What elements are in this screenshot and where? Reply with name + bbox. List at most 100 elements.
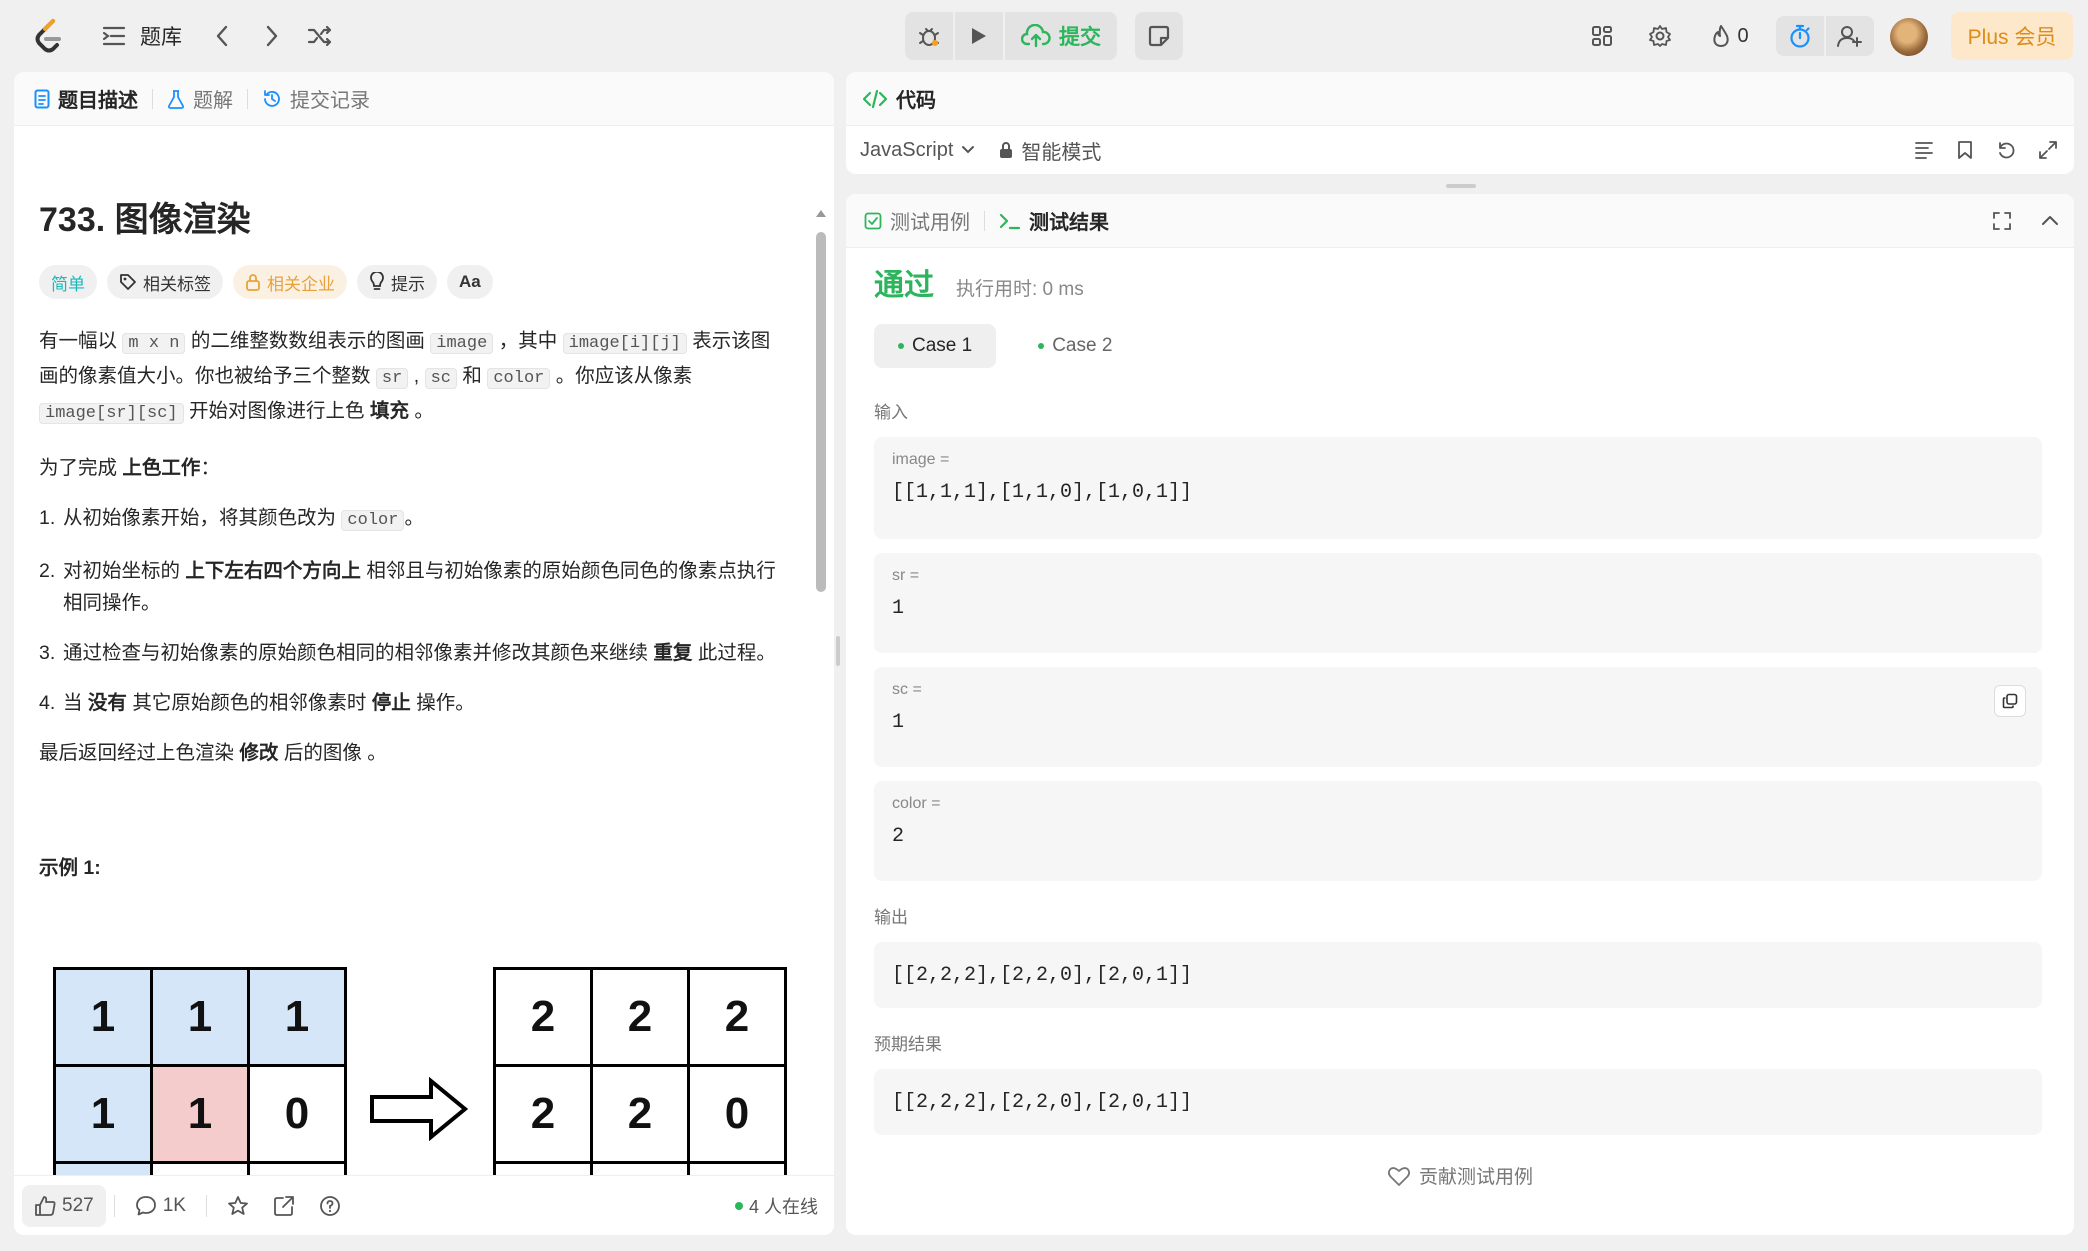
inline-code: sc bbox=[424, 368, 457, 389]
bookmark-icon[interactable] bbox=[1956, 140, 1974, 160]
problem-tags: 简单 相关标签 相关企业 提示 Aa bbox=[39, 265, 789, 299]
difficulty-label: 简单 bbox=[51, 274, 85, 294]
problem-list-icon[interactable] bbox=[100, 20, 128, 52]
tab-test-result-label: 测试结果 bbox=[1029, 212, 1109, 234]
text: 。你应该从像素 bbox=[550, 365, 693, 387]
related-companies-label: 相关企业 bbox=[267, 274, 335, 294]
heart-icon bbox=[1387, 1166, 1411, 1186]
smart-mode-toggle[interactable]: 智能模式 bbox=[999, 136, 1101, 165]
plus-membership-button[interactable]: Plus 会员 bbox=[1951, 12, 2073, 60]
problem-tabs: 题目描述 题解 提交记录 bbox=[14, 72, 834, 126]
tab-solutions[interactable]: 题解 bbox=[167, 84, 233, 113]
code-toolbar: JavaScript 智能模式 bbox=[846, 126, 2074, 174]
bold-text: 没有 bbox=[87, 692, 127, 714]
text: 。 bbox=[408, 400, 434, 422]
footer-divider bbox=[205, 1194, 207, 1217]
tab-test-result[interactable]: 测试结果 bbox=[999, 206, 1109, 235]
settings-gear-icon[interactable] bbox=[1642, 16, 1678, 56]
copy-button[interactable] bbox=[1994, 685, 2026, 717]
text: 操作。 bbox=[410, 692, 475, 714]
terminal-icon bbox=[999, 213, 1021, 229]
text: 开始对图像进行上色 bbox=[183, 400, 370, 422]
grid-cell: 1 bbox=[250, 970, 347, 1067]
tab-description[interactable]: 题目描述 bbox=[34, 84, 138, 113]
debug-button[interactable] bbox=[905, 12, 953, 60]
expand-icon[interactable] bbox=[2038, 140, 2058, 160]
param-name: sc = bbox=[892, 681, 922, 698]
timer-button[interactable] bbox=[1776, 16, 1824, 56]
inline-code: color bbox=[341, 510, 405, 531]
param-name: image = bbox=[892, 451, 950, 468]
related-companies-button[interactable]: 相关企业 bbox=[233, 265, 347, 299]
leetcode-logo-icon[interactable] bbox=[30, 14, 66, 58]
flask-icon bbox=[168, 89, 184, 109]
hint-button[interactable]: 提示 bbox=[357, 265, 437, 299]
inline-code: image[i][j] bbox=[562, 333, 687, 354]
description-scrollbar[interactable] bbox=[814, 208, 826, 1235]
case-tab-2[interactable]: Case 2 bbox=[1014, 324, 1136, 368]
tab-submissions-label: 提交记录 bbox=[290, 90, 370, 112]
favorite-button[interactable] bbox=[215, 1185, 261, 1227]
notes-button[interactable] bbox=[1135, 12, 1183, 60]
related-tags-button[interactable]: 相关标签 bbox=[107, 265, 223, 299]
layout-icon[interactable] bbox=[1584, 16, 1620, 56]
problem-list-link[interactable]: 题库 bbox=[140, 20, 182, 52]
case-tabs: Case 1 Case 2 bbox=[874, 324, 2042, 368]
tab-submissions[interactable]: 提交记录 bbox=[262, 84, 370, 113]
reset-icon[interactable] bbox=[1996, 140, 2016, 160]
contribute-label: 贡献测试用例 bbox=[1418, 1167, 1533, 1188]
like-button[interactable]: 527 bbox=[22, 1184, 106, 1227]
grid-cell: 2 bbox=[496, 1067, 593, 1164]
shuffle-icon[interactable] bbox=[304, 20, 336, 52]
submit-button[interactable]: 提交 bbox=[1005, 12, 1117, 60]
streak-counter[interactable]: 0 bbox=[1700, 16, 1760, 56]
run-button[interactable] bbox=[955, 12, 1003, 60]
translate-button[interactable]: Aa bbox=[447, 265, 493, 299]
text: 。 bbox=[404, 507, 424, 529]
fullscreen-icon[interactable] bbox=[1992, 211, 2012, 231]
comments-button[interactable]: 1K bbox=[123, 1185, 198, 1227]
tab-testcase[interactable]: 测试用例 bbox=[864, 206, 970, 235]
invite-user-button[interactable] bbox=[1826, 16, 1874, 56]
scroll-up-icon[interactable] bbox=[815, 208, 827, 218]
language-label: JavaScript bbox=[860, 138, 954, 161]
text: 后的图像 。 bbox=[278, 742, 387, 764]
contribute-testcase-button[interactable]: 贡献测试用例 bbox=[846, 1162, 2074, 1189]
difficulty-badge[interactable]: 简单 bbox=[39, 265, 97, 299]
language-select[interactable]: JavaScript bbox=[860, 139, 975, 162]
help-button[interactable] bbox=[307, 1185, 353, 1227]
hint-label: 提示 bbox=[391, 274, 425, 294]
bug-icon bbox=[919, 28, 939, 46]
param-name: sr = bbox=[892, 567, 920, 584]
grid-cell: 1 bbox=[153, 970, 250, 1067]
input-label: 输入 bbox=[874, 403, 908, 422]
list-number: 1. bbox=[39, 507, 56, 529]
share-button[interactable] bbox=[261, 1185, 307, 1227]
code-icon bbox=[862, 89, 888, 108]
code-panel-header: 代码 bbox=[846, 72, 2074, 126]
format-icon[interactable] bbox=[1914, 140, 1934, 160]
problem-title: 733. 图像渲染 bbox=[39, 201, 251, 239]
question-icon bbox=[320, 1195, 340, 1216]
text: 此过程。 bbox=[692, 642, 776, 664]
bold-text: 重复 bbox=[653, 642, 693, 664]
online-indicator: 4 人在线 bbox=[734, 1193, 818, 1219]
example-title: 示例 1: bbox=[39, 857, 101, 879]
code-title: 代码 bbox=[896, 90, 936, 112]
chevron-down-icon bbox=[962, 146, 975, 154]
input-image-box: image = [[1,1,1],[1,1,0],[1,0,1]] bbox=[874, 437, 2042, 539]
next-problem-icon[interactable] bbox=[258, 20, 286, 52]
previous-problem-icon[interactable] bbox=[208, 20, 236, 52]
user-avatar[interactable] bbox=[1890, 18, 1928, 56]
vertical-splitter[interactable] bbox=[1446, 184, 1476, 188]
list-number: 2. bbox=[39, 560, 56, 582]
problem-footer: 527 1K 4 人在线 bbox=[14, 1175, 834, 1235]
case-tab-1[interactable]: Case 1 bbox=[874, 324, 997, 368]
scrollbar-thumb[interactable] bbox=[816, 232, 826, 592]
case-label: Case 2 bbox=[1052, 335, 1113, 356]
panel-resize-handle[interactable] bbox=[836, 636, 840, 666]
tab-code[interactable]: 代码 bbox=[862, 84, 936, 113]
text: ： bbox=[200, 457, 220, 479]
chevron-up-icon[interactable] bbox=[2040, 211, 2060, 231]
add-user-icon bbox=[1837, 26, 1862, 47]
